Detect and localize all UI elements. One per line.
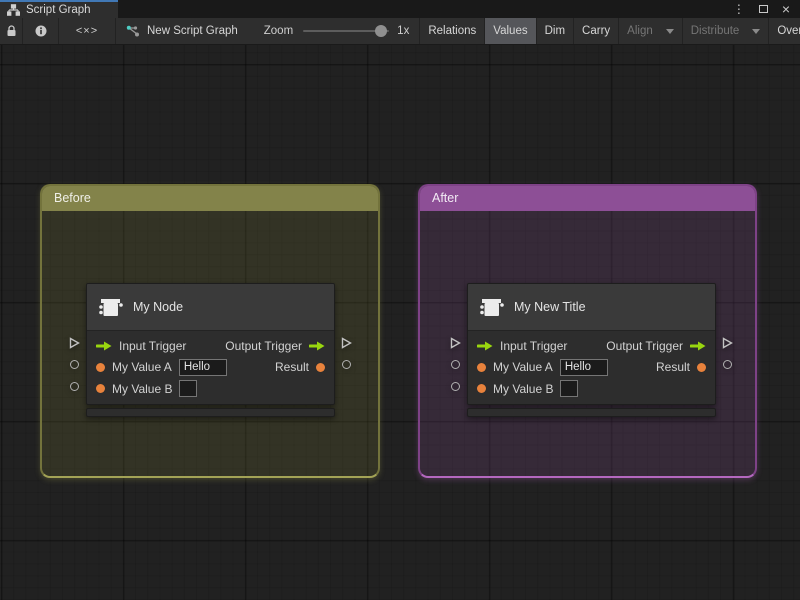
menu-icon[interactable]: ⋮: [733, 3, 745, 15]
node-footer: [86, 407, 335, 417]
distribute-caret-icon: [752, 28, 761, 34]
value-a-input[interactable]: [559, 358, 608, 376]
zoom-slider[interactable]: [303, 25, 390, 37]
distribute-label: Distribute: [690, 25, 740, 37]
outer-value-b-port[interactable]: [70, 381, 79, 391]
toolbar: <×> New Script Graph Zoom 1x Relations V…: [0, 18, 800, 45]
group-before-header[interactable]: Before: [42, 186, 378, 211]
flow-in-port-icon[interactable]: [477, 341, 493, 351]
output-trigger-label: Output Trigger: [606, 338, 683, 353]
close-icon[interactable]: ×: [782, 2, 790, 16]
code-icon: <×>: [75, 25, 99, 37]
graph-title-button[interactable]: New Script Graph: [116, 18, 250, 44]
values-label: Values: [485, 18, 536, 44]
tab-title: Script Graph: [26, 4, 91, 16]
zoom-control: Zoom 1x: [263, 18, 410, 44]
node-my-node-header[interactable]: My Node: [87, 284, 334, 330]
zoom-slider-knob[interactable]: [375, 25, 388, 37]
carry-label: Carry: [582, 25, 611, 37]
flow-in-port-icon[interactable]: [96, 341, 112, 351]
group-after-title: After: [432, 191, 459, 205]
output-trigger-label: Output Trigger: [225, 338, 302, 353]
value-a-input[interactable]: [178, 358, 227, 376]
result-label: Result: [655, 360, 690, 375]
zoom-label: Zoom: [263, 25, 294, 37]
value-b-port-icon[interactable]: [96, 384, 105, 394]
info-icon: [35, 25, 46, 37]
value-b-input[interactable]: [560, 380, 579, 398]
node-my-node-body: Input Trigger Output Trigger My Value A …: [87, 330, 334, 404]
outer-result-port[interactable]: [723, 360, 732, 369]
window-controls: ⋮ ×: [733, 0, 800, 18]
value-a-port-icon[interactable]: [477, 362, 486, 372]
outer-value-a-port[interactable]: [70, 360, 79, 369]
lock-icon: [7, 25, 15, 36]
value-b-input[interactable]: [179, 380, 198, 398]
align-label: Align: [627, 25, 653, 37]
input-trigger-label: Input Trigger: [500, 338, 568, 353]
flow-out-port-icon[interactable]: [690, 341, 706, 351]
script-graph-window: Script Graph ⋮ × <×> New Script Graph Zo…: [0, 0, 800, 600]
value-a-port-icon[interactable]: [96, 362, 105, 372]
dim-label: Dim: [544, 25, 566, 37]
node-footer: [467, 407, 716, 417]
value-a-label: My Value A: [493, 360, 553, 375]
node-my-new-title[interactable]: My New Title Input Trigger Output Trigge…: [450, 283, 733, 417]
outer-flow-in-port[interactable]: [450, 337, 461, 349]
align-caret-icon: [665, 28, 674, 34]
tab-script-graph[interactable]: Script Graph: [0, 0, 118, 18]
dim-button[interactable]: Dim: [537, 18, 575, 44]
graph-canvas[interactable]: Before After My Node Input Trigger Outpu…: [0, 45, 800, 600]
zoom-value: 1x: [397, 25, 410, 37]
graph-name-label: New Script Graph: [147, 25, 238, 37]
carry-button[interactable]: Carry: [574, 18, 620, 44]
node-my-new-title-body: Input Trigger Output Trigger My Value A …: [468, 330, 715, 404]
group-before-title: Before: [54, 191, 91, 205]
value-b-label: My Value B: [112, 381, 173, 396]
lock-button[interactable]: [0, 18, 23, 44]
outer-flow-in-port[interactable]: [69, 337, 80, 349]
outer-flow-out-port[interactable]: [341, 337, 352, 349]
result-port-icon[interactable]: [316, 362, 325, 372]
group-after-header[interactable]: After: [420, 186, 755, 211]
flow-out-port-icon[interactable]: [309, 341, 325, 351]
unit-icon: [480, 299, 504, 316]
values-button[interactable]: Values: [485, 18, 537, 44]
graph-tab-icon: [7, 4, 20, 16]
node-title: My New Title: [514, 300, 586, 314]
tab-strip: Script Graph ⋮ ×: [0, 0, 800, 18]
info-button[interactable]: [23, 18, 59, 44]
outer-value-b-port[interactable]: [451, 381, 460, 391]
outer-value-a-port[interactable]: [451, 360, 460, 369]
value-b-label: My Value B: [493, 381, 554, 396]
value-b-port-icon[interactable]: [477, 384, 486, 394]
input-trigger-label: Input Trigger: [119, 338, 187, 353]
value-a-label: My Value A: [112, 360, 172, 375]
node-my-node[interactable]: My Node Input Trigger Output Trigger My …: [69, 283, 352, 417]
script-graph-icon: [126, 25, 139, 36]
overview-label: Overview: [777, 25, 800, 37]
result-port-icon[interactable]: [697, 362, 706, 372]
unit-icon: [99, 299, 123, 316]
node-my-new-title-header[interactable]: My New Title: [468, 284, 715, 330]
outer-flow-out-port[interactable]: [722, 337, 733, 349]
node-title: My Node: [133, 300, 184, 314]
align-dropdown[interactable]: Align: [619, 18, 683, 44]
code-view-button[interactable]: <×>: [59, 18, 116, 44]
result-label: Result: [274, 360, 309, 375]
distribute-dropdown[interactable]: Distribute: [683, 18, 770, 44]
overview-button[interactable]: Overview: [769, 18, 800, 44]
maximize-icon[interactable]: [758, 5, 768, 13]
outer-result-port[interactable]: [342, 360, 351, 369]
relations-button[interactable]: Relations: [419, 18, 486, 44]
relations-label: Relations: [428, 25, 477, 37]
